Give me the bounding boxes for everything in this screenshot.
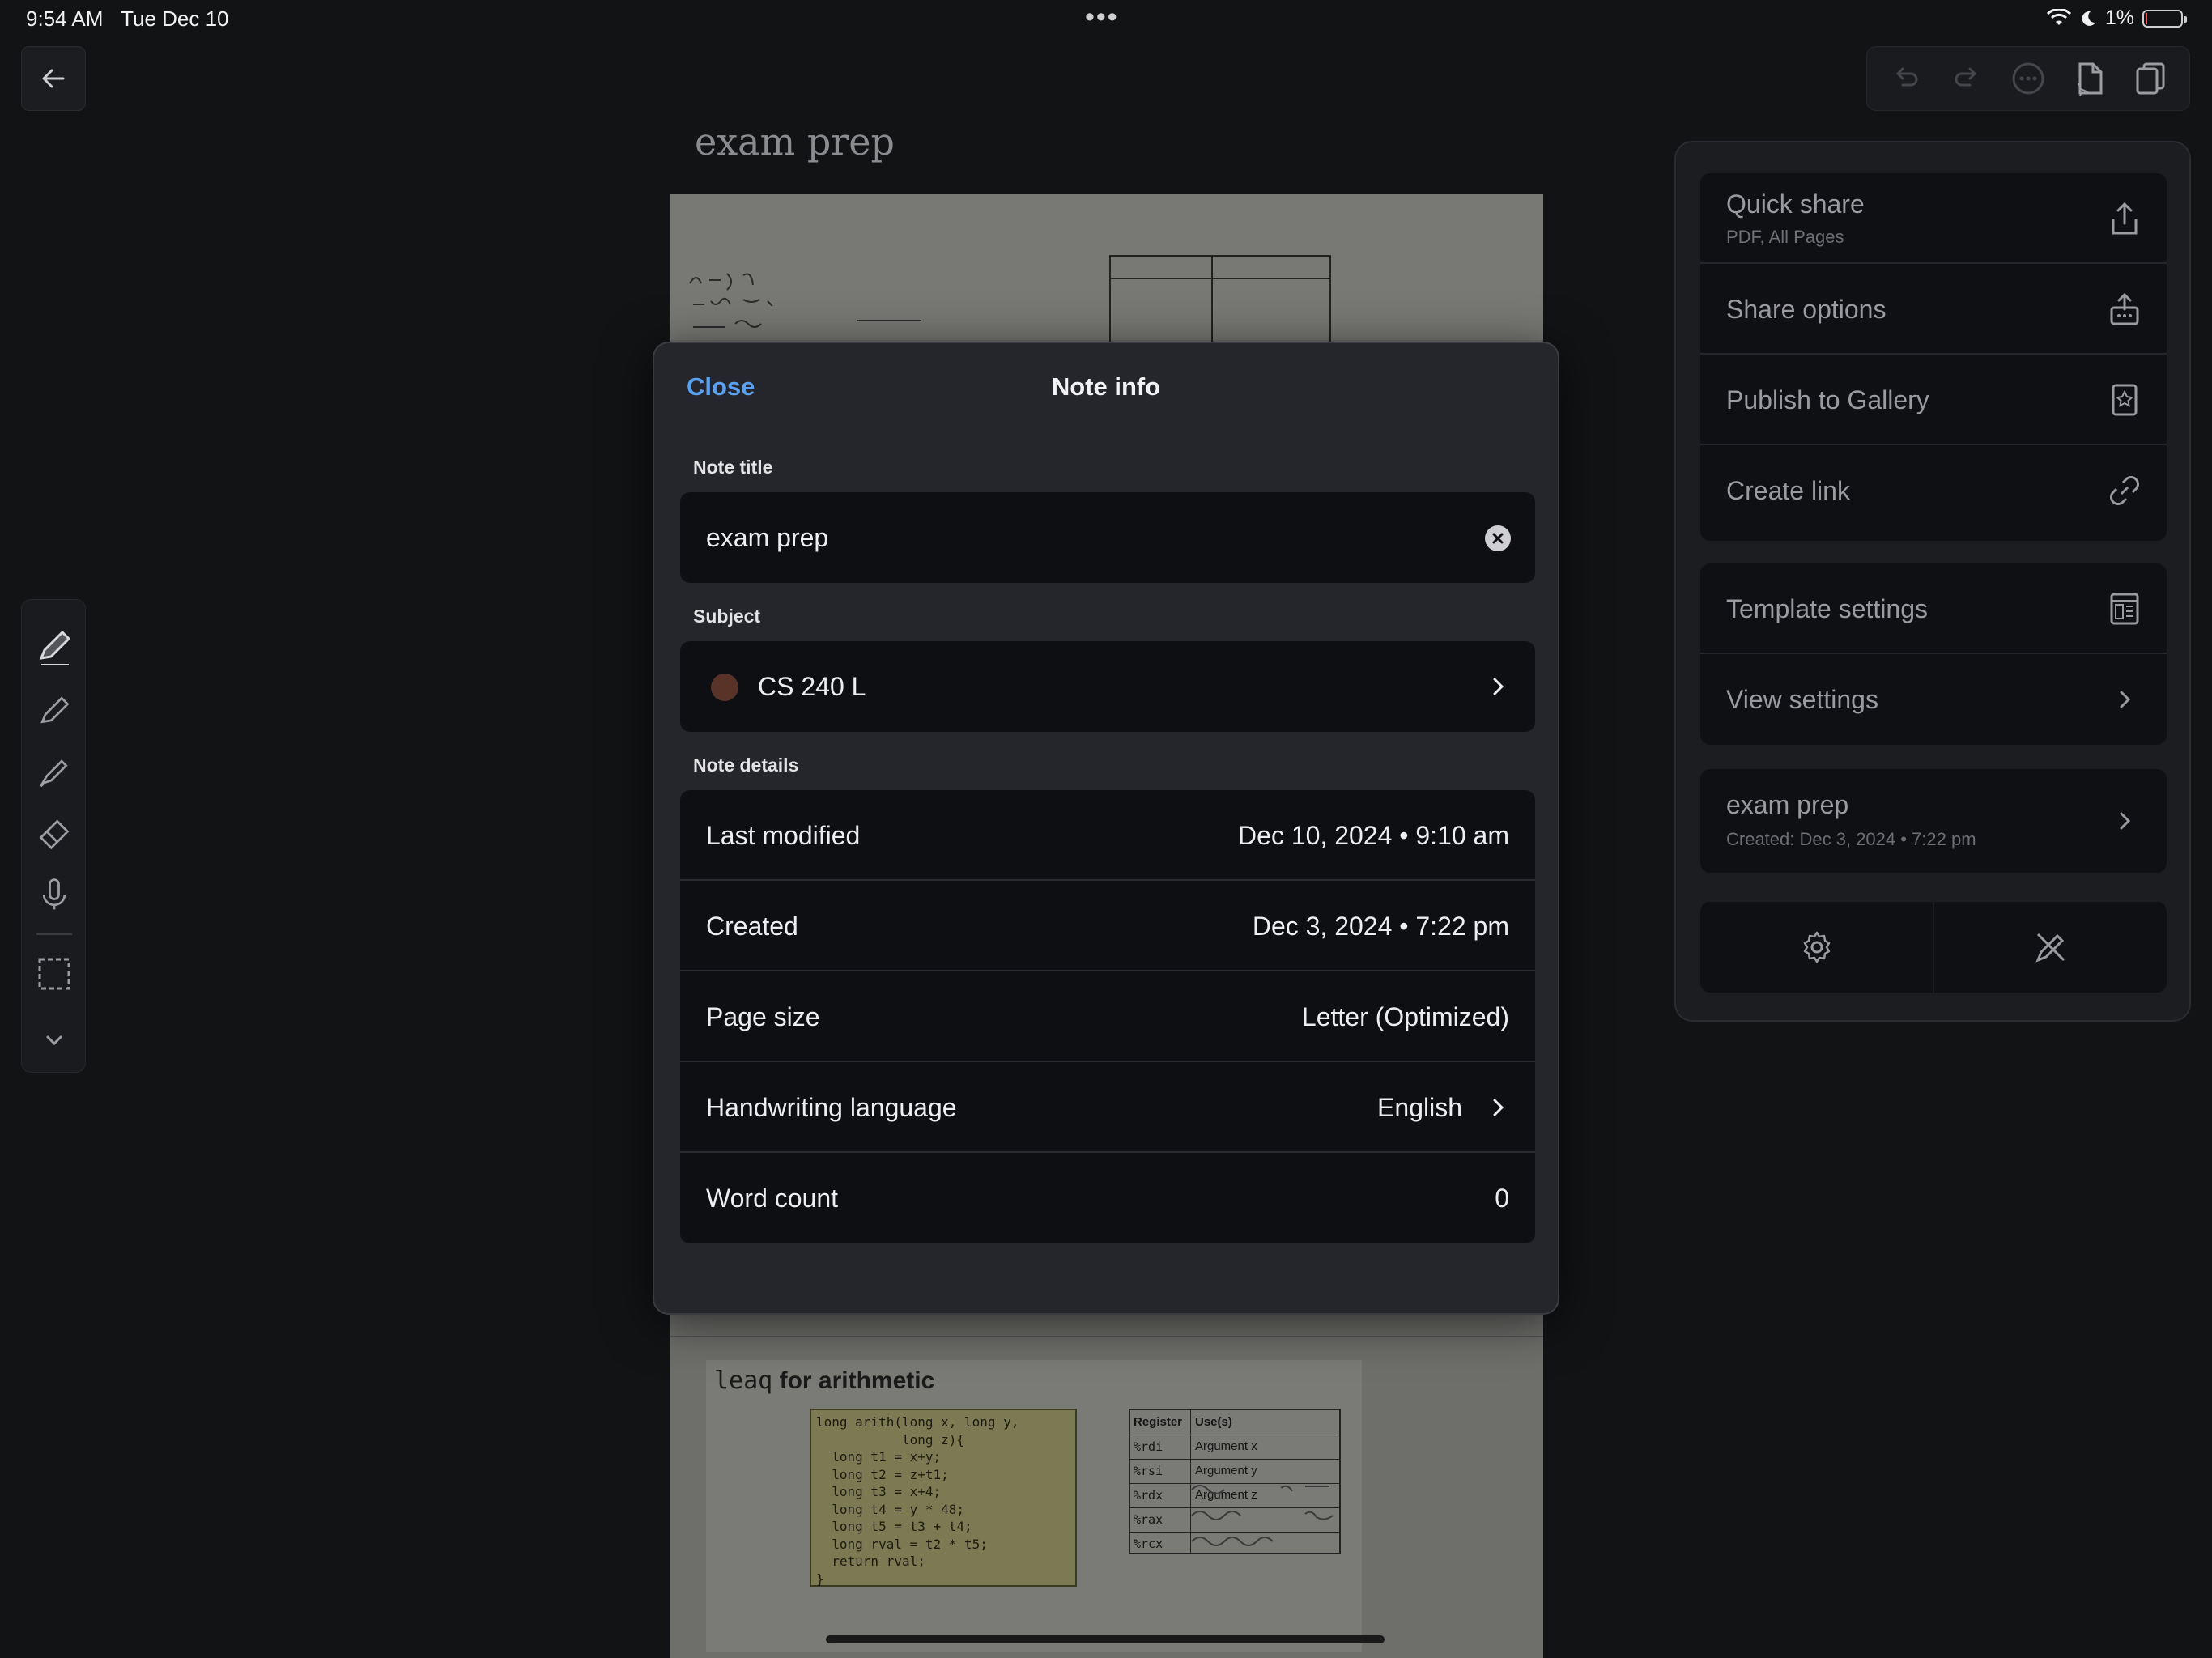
subject-label: Subject <box>693 606 761 627</box>
modal-title: Note info <box>1051 372 1161 401</box>
register-table-header: Register Use(s) <box>1130 1410 1339 1435</box>
undo-icon <box>1895 67 1918 87</box>
pen-icon <box>39 630 71 665</box>
clear-text-button[interactable] <box>1485 525 1511 551</box>
chevron-right-icon <box>2105 680 2144 719</box>
toolbar-divider <box>36 933 72 935</box>
note-title-label: Note title <box>693 457 773 478</box>
back-button[interactable] <box>21 46 86 111</box>
note-item-group: exam prep Created: Dec 3, 2024 • 7:22 pm <box>1700 769 2167 873</box>
redo-button[interactable] <box>1944 56 1989 101</box>
highlighter-icon <box>40 759 68 788</box>
share-group: Quick share PDF, All Pages Share options… <box>1700 173 2167 541</box>
battery-icon <box>2142 9 2187 28</box>
pen-off-button[interactable] <box>1934 902 2167 993</box>
selection-icon <box>38 958 70 990</box>
status-time: 9:54 AM Tue Dec 10 <box>26 6 229 31</box>
create-link-item[interactable]: Create link <box>1700 445 2167 536</box>
left-toolbar <box>21 599 86 1073</box>
eraser-icon <box>39 819 70 850</box>
view-settings-item[interactable]: View settings <box>1700 654 2167 745</box>
note-info-modal: Close Note info Note title exam prep Sub… <box>653 342 1559 1315</box>
quick-share-item[interactable]: Quick share PDF, All Pages <box>1700 173 2167 264</box>
ai-document-button[interactable] <box>2067 56 2112 101</box>
table-row: %rsi Argument y <box>1130 1459 1339 1484</box>
settings-button[interactable] <box>1700 902 1933 993</box>
gear-icon <box>1803 931 1830 963</box>
document-sparkle-icon <box>2077 62 2103 96</box>
note-details-label: Note details <box>693 755 799 776</box>
note-details-list: Last modified Dec 10, 2024 • 9:10 am Cre… <box>680 790 1535 1244</box>
pages-button[interactable] <box>2128 56 2173 101</box>
wifi-icon <box>2046 8 2071 25</box>
multitasking-dots[interactable]: ••• <box>1085 2 1119 33</box>
code-snippet: long arith(long x, long y, long z){ long… <box>810 1409 1077 1587</box>
status-bar: 9:54 AM Tue Dec 10 ••• 1% <box>0 0 2212 39</box>
detail-created: Created Dec 3, 2024 • 7:22 pm <box>680 881 1535 971</box>
arrow-left-icon <box>42 69 65 88</box>
subject-selector[interactable]: CS 240 L <box>680 641 1535 732</box>
lecture-slide: leaq for arithmetic long arith(long x, l… <box>706 1360 1362 1652</box>
pen-tool-button[interactable] <box>30 623 79 671</box>
share-upload-icon <box>2105 199 2144 238</box>
chevron-down-icon <box>46 1035 62 1046</box>
ellipsis-circle-icon <box>2012 62 2044 95</box>
detail-page-size: Page size Letter (Optimized) <box>680 971 1535 1062</box>
panel-action-buttons <box>1700 902 2167 993</box>
pages-icon <box>2136 62 2165 95</box>
note-title-input-value[interactable]: exam prep <box>706 523 828 553</box>
chevron-right-icon <box>1483 672 1512 701</box>
handwritten-annotations <box>1191 1485 1334 1546</box>
page-divider <box>670 1336 1543 1337</box>
moon-icon <box>2082 11 2095 26</box>
pencil-icon <box>40 696 70 724</box>
table-row: %rdi Argument x <box>1130 1435 1339 1460</box>
lasso-tool-button[interactable] <box>30 950 79 998</box>
status-right: 1% <box>2046 6 2187 30</box>
share-options-icon <box>2105 290 2144 329</box>
eraser-tool-button[interactable] <box>30 809 79 857</box>
microphone-button[interactable] <box>30 870 79 919</box>
template-settings-item[interactable]: Template settings <box>1700 563 2167 654</box>
slide-title: leaq for arithmetic <box>714 1367 935 1395</box>
detail-handwriting-language[interactable]: Handwriting language English <box>680 1062 1535 1153</box>
redo-icon <box>1955 67 1977 87</box>
microphone-icon <box>42 878 66 910</box>
subject-color-dot <box>711 674 738 701</box>
settings-group: Template settings View settings <box>1700 563 2167 745</box>
share-menu-panel: Quick share PDF, All Pages Share options… <box>1674 141 2191 1022</box>
close-icon <box>1492 533 1504 544</box>
collapse-toolbar-button[interactable] <box>30 1016 79 1065</box>
handwritten-notes <box>689 273 921 328</box>
more-button[interactable] <box>2006 56 2051 101</box>
undo-button[interactable] <box>1883 56 1929 101</box>
share-options-item[interactable]: Share options <box>1700 264 2167 355</box>
publish-gallery-item[interactable]: Publish to Gallery <box>1700 355 2167 445</box>
chevron-right-icon <box>1483 1093 1512 1122</box>
subject-value: CS 240 L <box>758 672 866 701</box>
handwritten-table <box>1109 255 1331 347</box>
detail-last-modified: Last modified Dec 10, 2024 • 9:10 am <box>680 790 1535 881</box>
note-title-field[interactable]: exam prep <box>680 492 1535 583</box>
template-icon <box>2105 589 2144 628</box>
top-toolbar <box>1866 46 2190 111</box>
highlighter-tool-button[interactable] <box>30 747 79 796</box>
note-title-heading[interactable]: exam prep <box>695 120 895 164</box>
battery-percent: 1% <box>2104 6 2134 29</box>
detail-word-count: Word count 0 <box>706 1184 1509 1213</box>
page-scrollbar[interactable] <box>826 1635 1385 1643</box>
gallery-icon <box>2105 380 2144 419</box>
link-icon <box>2105 471 2144 510</box>
note-item[interactable]: exam prep Created: Dec 3, 2024 • 7:22 pm <box>1700 769 2167 873</box>
pencil-slash-icon <box>2035 933 2065 963</box>
pencil-tool-button[interactable] <box>30 686 79 734</box>
chevron-right-icon <box>2105 801 2144 840</box>
